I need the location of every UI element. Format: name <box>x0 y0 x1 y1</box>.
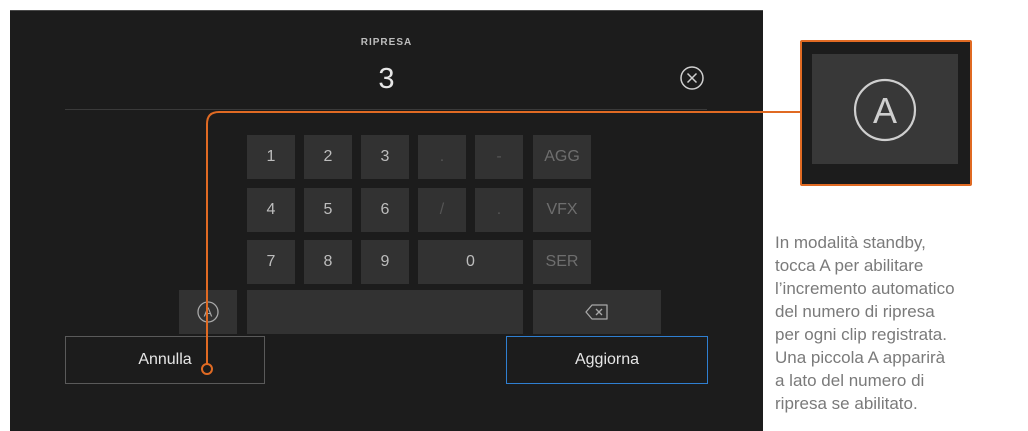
key-1[interactable]: 1 <box>247 135 295 179</box>
take-entry-screen: RIPRESA 3 1 2 3 . - AGG 4 5 6 / . VFX 7 … <box>10 10 763 431</box>
zoom-callout-inner: A <box>812 54 958 164</box>
update-button[interactable]: Aggiorna <box>506 336 708 384</box>
key-vfx[interactable]: VFX <box>533 188 591 232</box>
key-3[interactable]: 3 <box>361 135 409 179</box>
take-number-value[interactable]: 3 <box>10 63 763 96</box>
callout-line: a lato del numero di <box>775 371 925 390</box>
key-0[interactable]: 0 <box>418 240 523 284</box>
callout-line: tocca A per abilitare <box>775 256 924 275</box>
zoom-callout-box: A <box>800 40 972 186</box>
callout-line: Una piccola A apparirà <box>775 348 946 367</box>
clear-circle-x-icon <box>680 66 704 90</box>
backspace-icon <box>585 304 608 320</box>
key-7[interactable]: 7 <box>247 240 295 284</box>
key-5[interactable]: 5 <box>304 188 352 232</box>
key-2[interactable]: 2 <box>304 135 352 179</box>
key-period[interactable]: . <box>475 188 523 232</box>
callout-line: l’incremento automatico <box>775 279 955 298</box>
callout-line: per ogni clip registrata. <box>775 325 947 344</box>
callout-line: ripresa se abilitato. <box>775 394 918 413</box>
key-6[interactable]: 6 <box>361 188 409 232</box>
key-8[interactable]: 8 <box>304 240 352 284</box>
callout-description: In modalità standby, tocca A per abilita… <box>775 231 1028 415</box>
auto-increment-button[interactable]: A <box>179 290 237 334</box>
space-key[interactable] <box>247 290 523 334</box>
backspace-button[interactable] <box>533 290 661 334</box>
cancel-button[interactable]: Annulla <box>65 336 265 384</box>
input-divider <box>65 109 707 110</box>
svg-text:A: A <box>873 90 897 131</box>
key-9[interactable]: 9 <box>361 240 409 284</box>
key-agg[interactable]: AGG <box>533 135 591 179</box>
auto-a-large-icon: A <box>853 78 917 142</box>
callout-line: del numero di ripresa <box>775 302 935 321</box>
key-slash[interactable]: / <box>418 188 466 232</box>
key-dot[interactable]: . <box>418 135 466 179</box>
key-ser[interactable]: SER <box>533 240 591 284</box>
svg-text:A: A <box>204 305 213 320</box>
field-label: RIPRESA <box>360 37 413 48</box>
clear-button[interactable] <box>679 65 705 91</box>
auto-a-icon: A <box>197 301 219 323</box>
key-4[interactable]: 4 <box>247 188 295 232</box>
callout-line: In modalità standby, <box>775 233 926 252</box>
key-dash[interactable]: - <box>475 135 523 179</box>
